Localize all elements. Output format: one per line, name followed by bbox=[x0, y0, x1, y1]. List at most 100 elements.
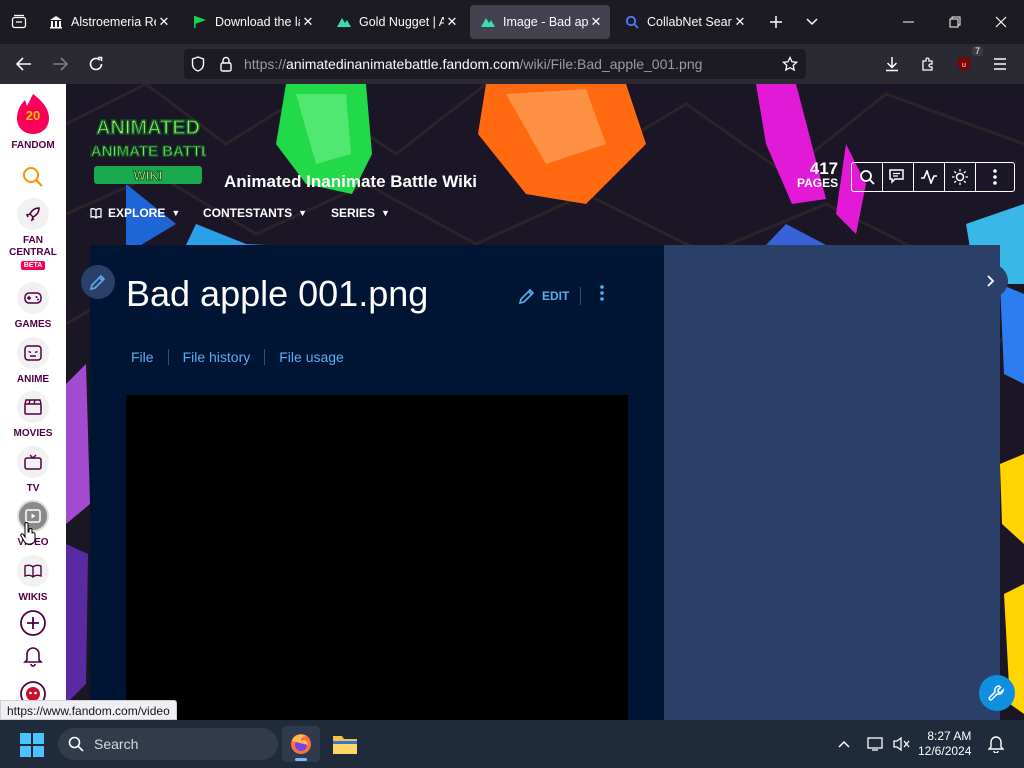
file-image-preview[interactable] bbox=[126, 395, 628, 720]
caret-down-icon: ▼ bbox=[171, 208, 181, 218]
tray-overflow-icon[interactable] bbox=[834, 734, 854, 754]
back-button[interactable] bbox=[8, 48, 40, 80]
rocket-icon bbox=[17, 198, 49, 230]
file-tabs: File File history File usage bbox=[131, 349, 358, 365]
browser-tab[interactable]: Gold Nugget | A ✕ bbox=[326, 5, 466, 39]
nav-contestants-label: CONTESTANTS bbox=[203, 206, 293, 220]
plus-circle-icon bbox=[20, 610, 46, 636]
nav-wikis[interactable]: WIKIS bbox=[0, 555, 66, 604]
close-tab-icon[interactable]: ✕ bbox=[156, 14, 172, 30]
url-text[interactable]: https://animatedinanimatebattle.fandom.c… bbox=[244, 56, 702, 72]
nav-anime[interactable]: ANIME bbox=[0, 337, 66, 386]
rail-toggle-button[interactable] bbox=[974, 264, 1008, 298]
taskbar-firefox[interactable] bbox=[282, 726, 320, 762]
reload-button[interactable] bbox=[80, 48, 112, 80]
nav-series-label: SERIES bbox=[331, 206, 376, 220]
list-all-tabs-button[interactable] bbox=[794, 5, 830, 39]
caret-down-icon: ▼ bbox=[298, 208, 308, 218]
fandom-logo[interactable]: 20 FANDOM bbox=[0, 92, 66, 152]
sun-icon bbox=[952, 169, 968, 185]
nav-label: WIKIS bbox=[18, 592, 48, 603]
restore-button[interactable] bbox=[932, 0, 978, 44]
wiki-name[interactable]: Animated Inanimate Battle Wiki bbox=[224, 172, 477, 192]
volume-muted-icon[interactable] bbox=[892, 734, 912, 754]
ublock-extension-button[interactable]: u 7 bbox=[948, 46, 983, 80]
nav-label: FAN CENTRAL bbox=[9, 235, 57, 258]
theme-toggle-button[interactable] bbox=[945, 163, 976, 191]
nav-label: TV bbox=[26, 483, 40, 494]
browser-tab-active[interactable]: Image - Bad app ✕ bbox=[470, 5, 610, 39]
notification-bell-icon[interactable] bbox=[986, 734, 1006, 754]
divider bbox=[580, 287, 581, 305]
nav-contestants[interactable]: CONTESTANTS ▼ bbox=[203, 206, 307, 220]
tab-title: CollabNet Searc bbox=[647, 15, 732, 29]
tab-overview-button[interactable] bbox=[0, 0, 38, 44]
close-tab-icon[interactable]: ✕ bbox=[300, 14, 316, 30]
close-icon bbox=[995, 16, 1007, 28]
tab-file[interactable]: File bbox=[131, 349, 169, 365]
nav-tv[interactable]: TV bbox=[0, 446, 66, 495]
new-tab-button[interactable] bbox=[758, 5, 794, 39]
more-options-button[interactable] bbox=[976, 163, 1014, 191]
global-search-button[interactable] bbox=[0, 166, 66, 188]
shield-icon[interactable] bbox=[190, 56, 206, 72]
sticky-edit-button[interactable] bbox=[81, 265, 115, 299]
page-content: Bad apple 001.png EDIT File File history… bbox=[90, 245, 664, 720]
svg-text:u: u bbox=[962, 62, 966, 69]
notifications-button[interactable] bbox=[0, 645, 66, 667]
browser-tab[interactable]: CollabNet Searc ✕ bbox=[614, 5, 754, 39]
page-count-label: PAGES bbox=[797, 176, 839, 190]
nav-fan-central[interactable]: FAN CENTRAL BETA bbox=[0, 198, 66, 270]
browser-tab[interactable]: Alstroemeria Re ✕ bbox=[38, 5, 178, 39]
browser-tab[interactable]: Download the la ✕ bbox=[182, 5, 322, 39]
wiki-logo-line-2: INANIMATE BATTLE bbox=[90, 143, 206, 160]
windows-start-icon[interactable] bbox=[20, 733, 44, 757]
bell-icon bbox=[23, 647, 43, 667]
tab-file-usage[interactable]: File usage bbox=[265, 349, 358, 365]
close-tab-icon[interactable]: ✕ bbox=[732, 14, 748, 30]
wiki-logo[interactable]: ANIMATED INANIMATE BATTLE WIKI bbox=[90, 112, 206, 194]
edit-button[interactable]: EDIT bbox=[518, 287, 569, 305]
kebab-menu-icon bbox=[600, 285, 604, 301]
close-window-button[interactable] bbox=[978, 0, 1024, 44]
wiki-tools bbox=[851, 162, 1015, 192]
game-controller-icon bbox=[17, 282, 49, 314]
discussions-button[interactable] bbox=[883, 163, 914, 191]
nav-explore[interactable]: EXPLORE ▼ bbox=[90, 206, 180, 220]
pencil-icon bbox=[518, 288, 535, 305]
fandom-wiki-icon bbox=[480, 14, 496, 30]
nav-games[interactable]: GAMES bbox=[0, 282, 66, 331]
url-bar[interactable]: https://animatedinanimatebattle.fandom.c… bbox=[184, 49, 806, 79]
bookmark-star-icon[interactable] bbox=[782, 56, 798, 72]
nav-label: GAMES bbox=[14, 319, 52, 330]
reload-icon bbox=[89, 56, 103, 71]
taskbar: Search 8:27 AM 12/6/2024 bbox=[0, 720, 1024, 768]
fandom-logo-number: 20 bbox=[25, 108, 41, 123]
taskbar-search[interactable]: Search bbox=[58, 728, 278, 760]
page-actions-button[interactable] bbox=[600, 285, 604, 306]
wiki-search-button[interactable] bbox=[852, 163, 883, 191]
downloads-button[interactable] bbox=[876, 48, 908, 80]
url-host: animatedinanimatebattle.fandom.com bbox=[286, 56, 520, 72]
tab-file-history[interactable]: File history bbox=[169, 349, 266, 365]
fandom-logo-label: FANDOM bbox=[11, 140, 55, 151]
forward-button[interactable] bbox=[44, 48, 76, 80]
nav-series[interactable]: SERIES ▼ bbox=[331, 206, 390, 220]
recent-activity-button[interactable] bbox=[914, 163, 945, 191]
extensions-button[interactable] bbox=[912, 48, 944, 80]
create-wiki-button[interactable] bbox=[0, 609, 66, 637]
network-icon[interactable] bbox=[866, 734, 886, 754]
quick-tools-button[interactable] bbox=[979, 675, 1015, 711]
minimize-button[interactable] bbox=[886, 0, 932, 44]
system-clock[interactable]: 8:27 AM 12/6/2024 bbox=[918, 729, 971, 759]
lock-icon[interactable] bbox=[218, 56, 234, 72]
hand-cursor-icon bbox=[20, 522, 36, 545]
page-title: Bad apple 001.png bbox=[126, 273, 429, 314]
caret-down-icon: ▼ bbox=[381, 208, 390, 218]
close-tab-icon[interactable]: ✕ bbox=[444, 14, 460, 30]
close-tab-icon[interactable]: ✕ bbox=[588, 14, 604, 30]
nav-label: ANIME bbox=[16, 374, 50, 385]
app-menu-button[interactable] bbox=[984, 48, 1016, 80]
nav-movies[interactable]: MOVIES bbox=[0, 391, 66, 440]
taskbar-file-explorer[interactable] bbox=[326, 726, 364, 762]
